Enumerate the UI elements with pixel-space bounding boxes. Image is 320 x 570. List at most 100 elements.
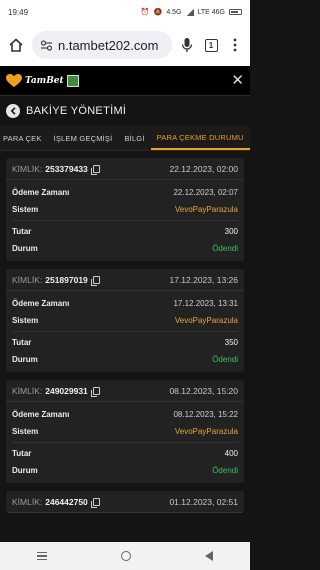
request-date: 01.12.2023, 02:51 bbox=[169, 496, 238, 507]
divider bbox=[12, 220, 238, 221]
id-label: KİMLİK: bbox=[12, 274, 43, 285]
tab-islem-gecmisi[interactable]: İŞLEM GEÇMİŞİ bbox=[48, 126, 119, 150]
card-header: KİMLİK: 246442750 01.12.2023, 02:51 bbox=[6, 491, 244, 513]
copy-icon[interactable] bbox=[90, 497, 100, 508]
status-label: Durum bbox=[12, 355, 38, 364]
system-row: Sistem VevoPayParazula bbox=[6, 312, 244, 329]
card-header: KİMLİK: 249029931 08.12.2023, 15:20 bbox=[6, 380, 244, 402]
system-row: Sistem VevoPayParazula bbox=[6, 201, 244, 218]
recent-apps-button[interactable] bbox=[37, 552, 47, 560]
amount-value: 300 bbox=[224, 227, 238, 236]
system-label: Sistem bbox=[12, 205, 39, 214]
payment-time-label: Ödeme Zamanı bbox=[12, 188, 70, 197]
payment-time-value: 22.12.2023, 02:07 bbox=[173, 188, 238, 197]
system-label: Sistem bbox=[12, 316, 39, 325]
system-row: Sistem VevoPayParazula bbox=[6, 423, 244, 440]
alarm-icon: ⏰ bbox=[140, 9, 150, 16]
payment-time-label: Ödeme Zamanı bbox=[12, 410, 70, 419]
divider bbox=[12, 331, 238, 332]
status-value: Ödendi bbox=[212, 244, 238, 253]
amount-row: Tutar 350 bbox=[6, 334, 244, 351]
site-settings-icon[interactable] bbox=[40, 39, 53, 52]
site-header: TamBet ✕ bbox=[0, 66, 250, 96]
status-row: Durum Ödendi bbox=[6, 240, 244, 257]
tab-bar: PARA ÇEK İŞLEM GEÇMİŞİ BİLGİ PARA ÇEKME … bbox=[0, 126, 250, 151]
copy-icon[interactable] bbox=[90, 275, 100, 286]
tab-switcher-button[interactable]: 1 bbox=[202, 35, 220, 55]
home-button[interactable] bbox=[6, 35, 26, 55]
status-label: Durum bbox=[12, 244, 38, 253]
id-value: 251897019 bbox=[45, 274, 88, 285]
payment-time-label: Ödeme Zamanı bbox=[12, 299, 70, 308]
signal-icon bbox=[185, 8, 194, 16]
heart-logo-icon bbox=[6, 73, 22, 87]
transaction-id: KİMLİK: 246442750 bbox=[12, 496, 100, 508]
address-bar[interactable]: n.tambet202.com bbox=[32, 31, 172, 59]
tabs-count: 1 bbox=[204, 38, 218, 52]
card-header: KİMLİK: 251897019 17.12.2023, 13:26 bbox=[6, 269, 244, 291]
page-title: BAKİYE YÖNETİMİ bbox=[26, 105, 127, 117]
transaction-id: KİMLİK: 251897019 bbox=[12, 274, 100, 286]
signal-speed-text: 4.5G bbox=[166, 8, 182, 16]
amount-row: Tutar 400 bbox=[6, 445, 244, 462]
more-vert-icon bbox=[233, 38, 237, 52]
request-date: 17.12.2023, 13:26 bbox=[169, 274, 238, 285]
copy-icon[interactable] bbox=[90, 164, 100, 175]
status-row: Durum Ödendi bbox=[6, 462, 244, 479]
amount-label: Tutar bbox=[12, 449, 32, 458]
id-label: KİMLİK: bbox=[12, 496, 43, 507]
withdrawal-card: KİMLİK: 251897019 17.12.2023, 13:26 Ödem… bbox=[6, 269, 244, 372]
withdrawal-card: KİMLİK: 249029931 08.12.2023, 15:20 Ödem… bbox=[6, 380, 244, 483]
url-text: n.tambet202.com bbox=[58, 37, 159, 53]
withdrawal-card: KİMLİK: 253379433 22.12.2023, 02:00 Ödem… bbox=[6, 158, 244, 261]
tab-bilgi[interactable]: BİLGİ bbox=[118, 126, 150, 150]
card-header: KİMLİK: 253379433 22.12.2023, 02:00 bbox=[6, 158, 244, 180]
home-icon bbox=[9, 38, 23, 52]
id-value: 246442750 bbox=[45, 496, 88, 507]
home-nav-button[interactable] bbox=[121, 551, 131, 561]
brand-name: TamBet bbox=[25, 75, 64, 86]
microphone-icon bbox=[181, 38, 193, 52]
request-date: 08.12.2023, 15:20 bbox=[169, 385, 238, 396]
amount-row: Tutar 300 bbox=[6, 223, 244, 240]
battery-icon bbox=[229, 9, 242, 15]
back-button[interactable] bbox=[6, 104, 20, 118]
system-label: Sistem bbox=[12, 427, 39, 436]
status-icons: ⏰ 🔕 4.5G LTE 46G bbox=[141, 8, 242, 16]
payment-time-value: 08.12.2023, 15:22 bbox=[173, 410, 238, 419]
id-label: KİMLİK: bbox=[12, 163, 43, 174]
withdrawal-list: KİMLİK: 253379433 22.12.2023, 02:00 Ödem… bbox=[0, 151, 250, 513]
status-value: Ödendi bbox=[212, 355, 238, 364]
withdrawal-card: KİMLİK: 246442750 01.12.2023, 02:51 bbox=[6, 491, 244, 513]
id-value: 253379433 bbox=[45, 163, 88, 174]
payment-time-value: 17.12.2023, 13:31 bbox=[173, 299, 238, 308]
payment-time-row: Ödeme Zamanı 22.12.2023, 02:07 bbox=[6, 184, 244, 201]
request-date: 22.12.2023, 02:00 bbox=[169, 163, 238, 174]
id-label: KİMLİK: bbox=[12, 385, 43, 396]
status-value: Ödendi bbox=[212, 466, 238, 475]
system-value: VevoPayParazula bbox=[174, 205, 238, 214]
status-time: 19:49 bbox=[8, 7, 29, 17]
transaction-id: KİMLİK: 253379433 bbox=[12, 163, 100, 175]
tab-para-cekme-durumu[interactable]: PARA ÇEKME DURUMU bbox=[150, 126, 250, 150]
browser-menu-button[interactable] bbox=[226, 35, 244, 55]
brand-logo[interactable]: TamBet bbox=[6, 73, 79, 88]
system-value: VevoPayParazula bbox=[174, 427, 238, 436]
mute-icon: 🔕 bbox=[153, 9, 163, 16]
status-row: Durum Ödendi bbox=[6, 351, 244, 368]
chevron-left-icon bbox=[10, 107, 16, 115]
back-nav-button[interactable] bbox=[205, 551, 213, 561]
divider bbox=[12, 442, 238, 443]
payment-time-row: Ödeme Zamanı 17.12.2023, 13:31 bbox=[6, 295, 244, 312]
tab-para-cek[interactable]: PARA ÇEK bbox=[0, 126, 48, 150]
transaction-id: KİMLİK: 249029931 bbox=[12, 385, 100, 397]
voice-search-button[interactable] bbox=[178, 35, 196, 55]
status-label: Durum bbox=[12, 466, 38, 475]
amount-value: 350 bbox=[224, 338, 238, 347]
id-value: 249029931 bbox=[45, 385, 88, 396]
system-nav-bar bbox=[0, 542, 250, 570]
copy-icon[interactable] bbox=[90, 386, 100, 397]
brand-badge-icon bbox=[66, 74, 79, 87]
close-icon[interactable]: ✕ bbox=[231, 73, 244, 88]
payment-time-row: Ödeme Zamanı 08.12.2023, 15:22 bbox=[6, 406, 244, 423]
